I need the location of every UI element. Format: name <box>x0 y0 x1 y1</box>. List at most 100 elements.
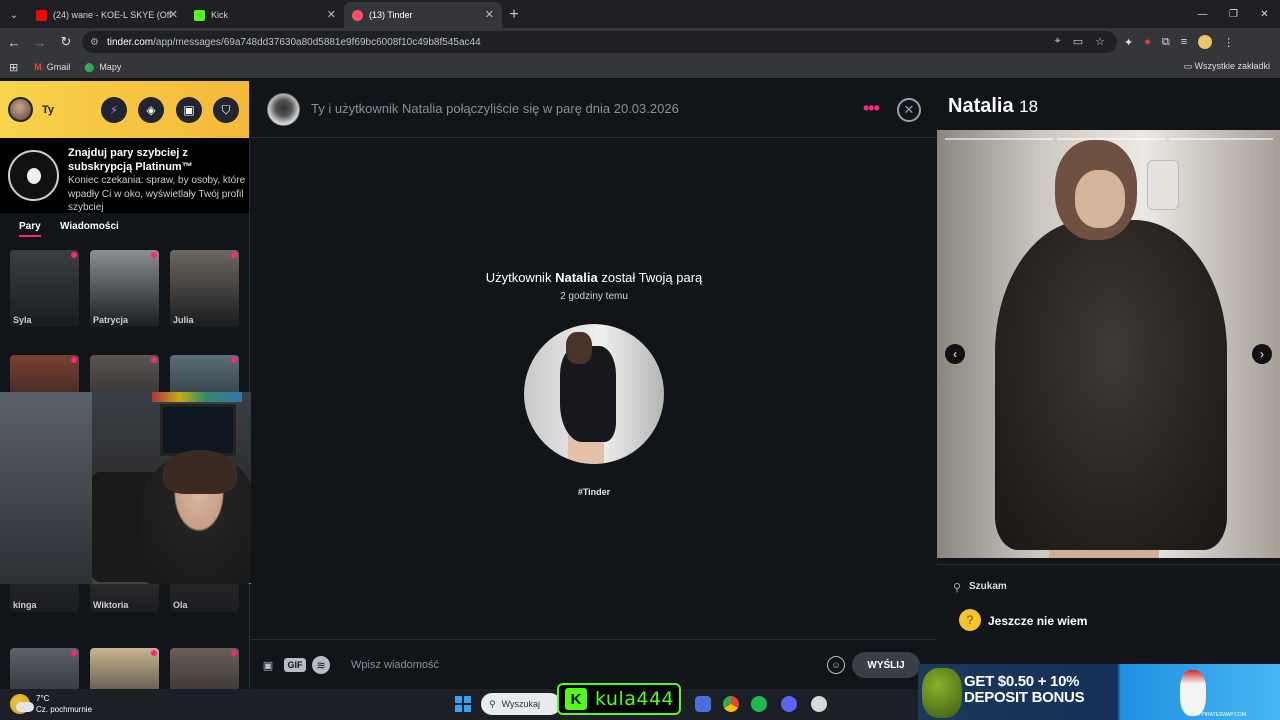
new-match-dot <box>71 252 77 258</box>
send-button[interactable]: WYŚLIJ <box>852 652 920 678</box>
seeking-label: Szukam <box>969 581 1007 592</box>
shield-icon[interactable]: ⛉ <box>213 97 239 123</box>
close-window-icon[interactable]: ✕ <box>1249 0 1280 28</box>
chevron-right-icon[interactable]: › <box>1252 344 1272 364</box>
profile-age: 18 <box>1019 97 1039 116</box>
extension-icon[interactable]: ● <box>1144 36 1151 48</box>
new-match-dot <box>71 650 77 656</box>
match-photo[interactable] <box>524 324 664 464</box>
app-icon[interactable] <box>811 696 827 712</box>
photo-progress-segment <box>945 138 1053 140</box>
bookmark-maps[interactable]: ⬤ Mapy <box>84 62 121 73</box>
close-tab-icon[interactable]: ✕ <box>169 8 178 21</box>
match-card-name: Syla <box>13 315 32 325</box>
tab-messages[interactable]: Wiadomości <box>60 221 119 232</box>
menu-icon[interactable]: ⋮ <box>1223 36 1234 49</box>
youtube-icon <box>36 9 47 21</box>
browser-tab-strip: ⌄ (24) wane - KOE-L SKYE (Officia ✕ Kick… <box>0 0 1280 28</box>
minimize-icon[interactable]: — <box>1187 0 1218 28</box>
match-name: Natalia <box>555 270 598 285</box>
bookmark-gmail[interactable]: M Gmail <box>34 62 70 72</box>
new-match-dot <box>151 650 157 656</box>
reading-list-icon[interactable]: ≡ <box>1181 36 1187 48</box>
ad-line-2: DEPOSIT BONUS <box>964 689 1085 706</box>
emoji-icon[interactable]: ☺ <box>827 656 845 674</box>
url-host: tinder.com <box>106 36 154 48</box>
sidebar-tabs: Pary Wiadomości <box>0 219 249 239</box>
widgets-icon[interactable] <box>695 696 711 712</box>
profile-panel: Natalia 18 ‹ › ⚲ Szukam ? Jeszcze nie wi… <box>937 81 1280 689</box>
chrome-icon[interactable] <box>723 696 739 712</box>
gif-button[interactable]: GIF <box>284 658 306 672</box>
user-name[interactable]: Ty <box>42 104 54 116</box>
temperature: 7°C <box>36 694 50 703</box>
new-match-dot <box>151 252 157 258</box>
match-card[interactable]: Julia <box>170 250 239 327</box>
tab-search-icon[interactable]: ⌄ <box>0 2 28 28</box>
match-card[interactable]: Syla <box>10 250 79 327</box>
url-input[interactable]: ⚙ tinder.com/app/messages/69a748dd37630a… <box>82 31 1117 53</box>
back-icon[interactable]: ← <box>2 30 26 54</box>
bookmarks-bar: ⊞ M Gmail ⬤ Mapy ▭ Wszystkie zakładki <box>0 56 1280 78</box>
forward-icon[interactable]: → <box>28 30 52 54</box>
match-card[interactable] <box>10 648 79 689</box>
profile-photo-dress <box>995 220 1227 550</box>
browser-tab-kick[interactable]: Kick ✕ <box>186 2 344 28</box>
browser-tab-youtube[interactable]: (24) wane - KOE-L SKYE (Officia ✕ <box>28 2 186 28</box>
taskbar-search[interactable]: ⚲ Wyszukaj <box>481 693 561 715</box>
match-card-name: Julia <box>173 315 194 325</box>
bookmark-star-icon[interactable]: ☆ <box>1095 35 1105 48</box>
all-bookmarks-button[interactable]: ▭ Wszystkie zakładki <box>1183 61 1270 72</box>
window-controls: — ❐ ✕ <box>1187 0 1280 28</box>
taskbar: 7°C Cz. pochmurnie ⚲ Wyszukaj <box>0 689 918 720</box>
webcam-flag <box>152 392 242 402</box>
ad-line-1: GET $0.50 + 10% <box>964 673 1080 690</box>
explore-icon[interactable]: ◈ <box>138 97 164 123</box>
windows-start-icon[interactable] <box>455 696 471 712</box>
profile-title: Natalia 18 <box>948 95 1038 118</box>
tab-title: (24) wane - KOE-L SKYE (Officia <box>53 10 171 20</box>
site-info-icon[interactable]: ⚙ <box>90 37 99 48</box>
close-icon[interactable]: ✕ <box>897 98 921 122</box>
reload-icon[interactable]: ↻ <box>54 30 78 54</box>
browser-tab-tinder[interactable]: (13) Tinder ✕ <box>344 2 502 28</box>
promo-title: Znajduj pary szybciej z subskrypcją Plat… <box>68 147 193 173</box>
new-tab-button[interactable]: + <box>502 2 526 28</box>
ad-headline: GET $0.50 + 10% DEPOSIT BONUS <box>964 673 1085 706</box>
location-icon[interactable]: ⌖ <box>1055 35 1061 48</box>
message-input[interactable] <box>351 654 811 676</box>
extension-icon[interactable]: ✦ <box>1124 36 1133 49</box>
chevron-left-icon[interactable]: ‹ <box>945 344 965 364</box>
weather-widget[interactable]: 7°C Cz. pochmurnie <box>10 693 92 715</box>
match-avatar[interactable] <box>267 93 300 126</box>
cast-icon[interactable]: ▭ <box>1073 35 1083 48</box>
spotify-icon[interactable]: ≋ <box>312 656 330 674</box>
spotify-icon[interactable] <box>751 696 767 712</box>
tab-matches[interactable]: Pary <box>19 221 41 237</box>
discord-icon[interactable] <box>781 696 797 712</box>
platinum-flame-icon <box>8 150 59 201</box>
match-card[interactable] <box>90 648 159 689</box>
briefcase-icon[interactable]: ▣ <box>176 97 202 123</box>
maximize-icon[interactable]: ❐ <box>1218 0 1249 28</box>
ad-banner[interactable]: GET $0.50 + 10% DEPOSIT BONUS PIRATESWAP… <box>918 664 1280 720</box>
close-tab-icon[interactable]: ✕ <box>485 8 494 21</box>
match-card[interactable]: Patrycja <box>90 250 159 327</box>
more-options-icon[interactable]: ••• <box>863 98 880 119</box>
apps-icon[interactable]: ⊞ <box>9 61 18 74</box>
profile-photo[interactable]: ‹ › <box>937 130 1280 558</box>
match-card-name: Ola <box>173 600 188 610</box>
avatar[interactable] <box>8 97 33 122</box>
match-card[interactable] <box>170 648 239 689</box>
profile-avatar[interactable] <box>1198 35 1213 49</box>
boost-icon[interactable]: ⚡ <box>101 97 127 123</box>
tinder-sidebar: Ty ⚡ ◈ ▣ ⛉ Znajduj pary szybciej z subsk… <box>0 81 250 689</box>
sticker-icon[interactable]: ▣ <box>259 656 277 674</box>
tinder-icon <box>352 9 363 21</box>
omnibox-icons: ⌖ ▭ ☆ <box>1055 35 1105 48</box>
new-match-dot <box>231 357 237 363</box>
platinum-promo[interactable]: Znajduj pary szybciej z subskrypcją Plat… <box>0 138 249 213</box>
close-tab-icon[interactable]: ✕ <box>327 8 336 21</box>
puzzle-icon[interactable]: ⧉ <box>1162 36 1170 49</box>
new-match-dot <box>71 357 77 363</box>
